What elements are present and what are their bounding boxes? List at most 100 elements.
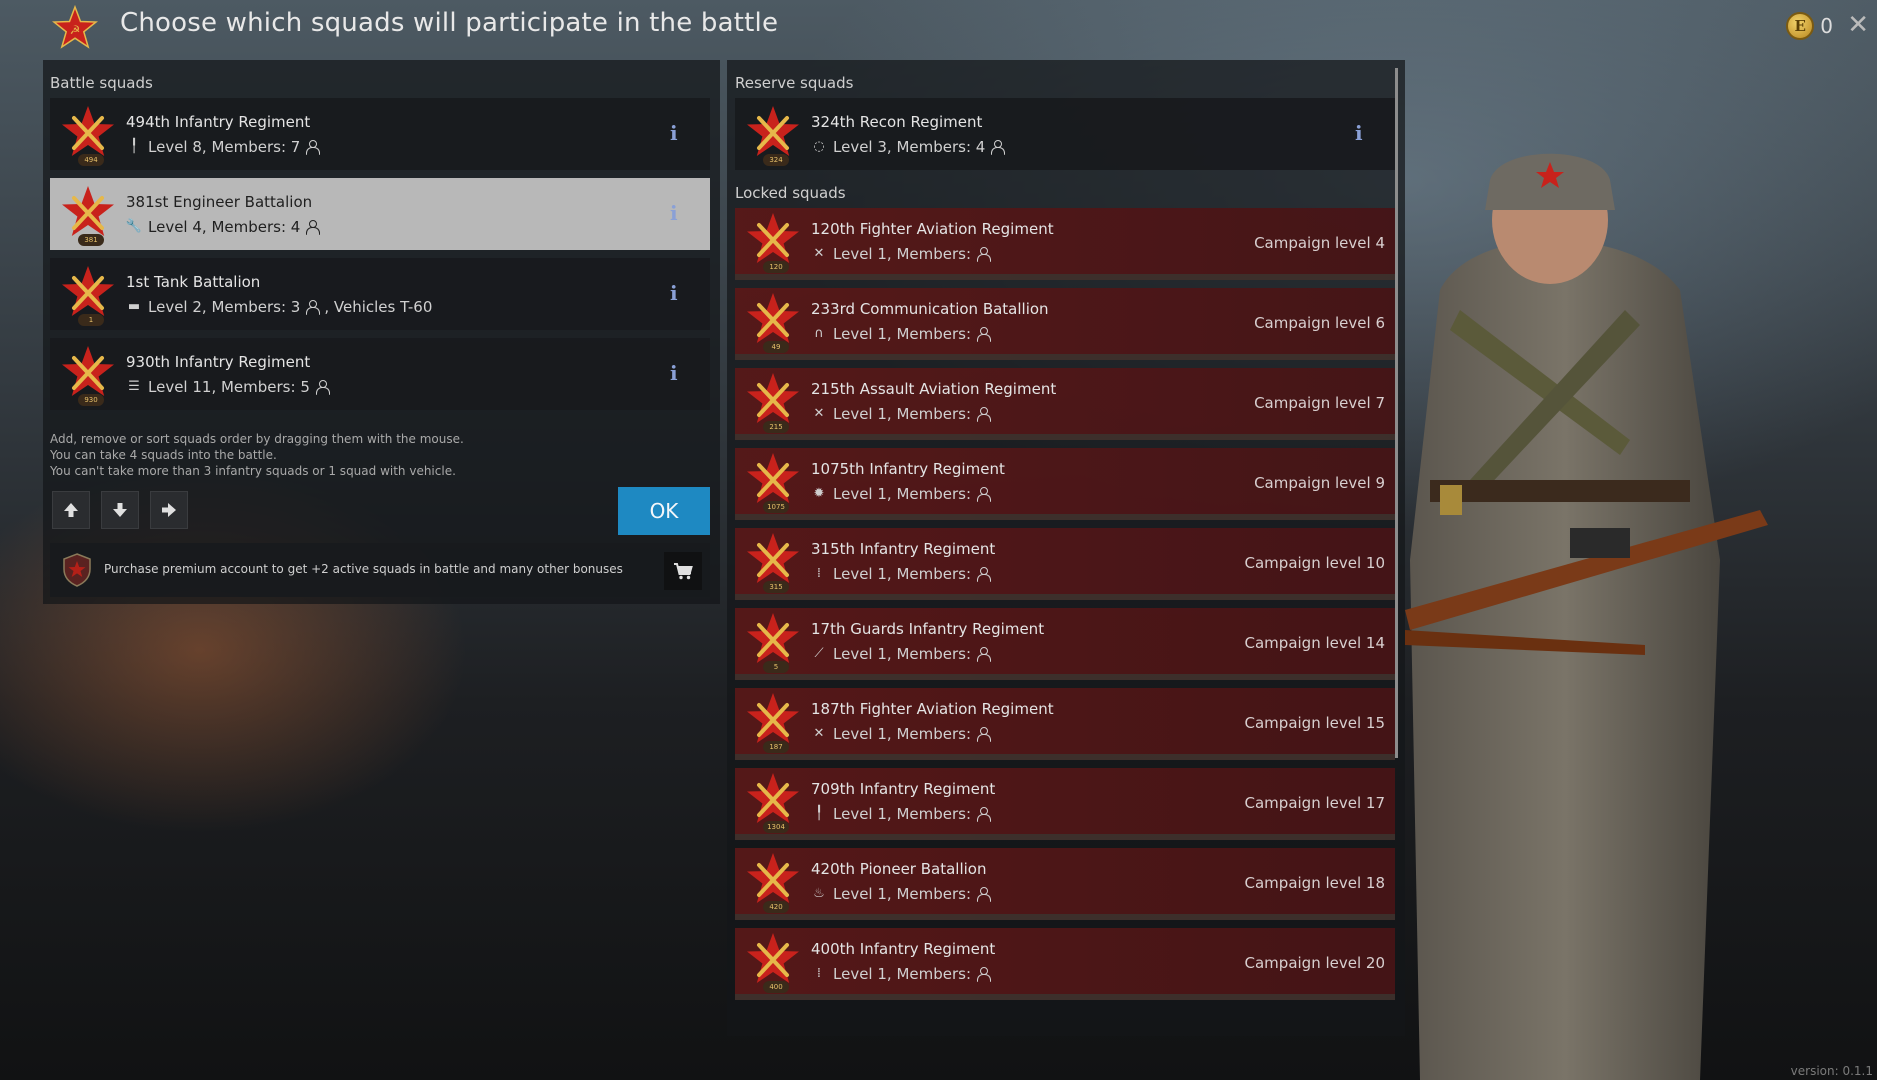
arrow-up-icon	[64, 503, 78, 517]
squad-level-members: Level 1, Members:	[833, 564, 972, 583]
members-person-icon	[977, 406, 992, 422]
squad-name: 1075th Infantry Regiment	[811, 459, 1005, 478]
campaign-level-requirement: Campaign level 7	[1254, 394, 1385, 412]
header-bar: ☭ Choose which squads will participate i…	[0, 0, 1877, 52]
recon-icon: ◌	[813, 139, 825, 154]
locked-list-scrollbar[interactable]	[1395, 68, 1398, 758]
info-icon[interactable]: i	[670, 122, 680, 144]
squad-emblem-number: 1075	[763, 501, 789, 513]
battle-squad-row[interactable]: 381 381st Engineer Battalion 🔧 Level 4, Mem…	[50, 178, 710, 250]
info-icon[interactable]: i	[670, 202, 680, 224]
move-down-button[interactable]	[101, 491, 139, 529]
members-person-icon	[315, 379, 330, 395]
locked-squad-row[interactable]: 215 215th Assault Aviation Regiment ✕ Level…	[735, 368, 1395, 440]
locked-squad-row[interactable]: 5 17th Guards Infantry Regiment ⟋ Level 1, …	[735, 608, 1395, 680]
squad-details: ✕ Level 1, Members:	[811, 245, 1054, 263]
squad-emblem-number: 120	[763, 261, 789, 273]
move-up-button[interactable]	[52, 491, 90, 529]
reserve-squad-row[interactable]: 324 324th Recon Regiment ◌ Level 3, Members…	[735, 98, 1395, 170]
battle-squad-row[interactable]: 1 1st Tank Battalion ▬ Level 2, Members: 3,…	[50, 258, 710, 330]
info-icon[interactable]: i	[670, 282, 680, 304]
squad-name: 709th Infantry Regiment	[811, 779, 996, 798]
hint-line-2: You can take 4 squads into the battle.	[50, 448, 277, 462]
version-label: version: 0.1.1	[1790, 1064, 1873, 1078]
members-person-icon	[977, 726, 992, 742]
rifle-icon: ╿	[130, 139, 138, 154]
squad-text: 381st Engineer Battalion 🔧 Level 4, Member…	[126, 193, 321, 236]
info-icon[interactable]: i	[1355, 122, 1365, 144]
squad-emblem-icon: 1075	[735, 445, 811, 517]
squad-details: ⁞ Level 1, Members:	[811, 565, 995, 583]
locked-squad-row[interactable]: 420 420th Pioneer Batallion ♨ Level 1, Memb…	[735, 848, 1395, 920]
squad-emblem-icon: 5	[735, 605, 811, 677]
squad-emblem-icon: 930	[50, 338, 126, 410]
members-person-icon	[977, 566, 992, 582]
squad-name: 930th Infantry Regiment	[126, 352, 311, 371]
squad-text: 187th Fighter Aviation Regiment ✕ Level 1,…	[811, 700, 1054, 743]
campaign-level-requirement: Campaign level 15	[1244, 714, 1385, 732]
cart-icon	[674, 563, 693, 580]
squad-text: 709th Infantry Regiment ╿ Level 1, Members…	[811, 780, 995, 823]
arrow-down-icon	[113, 503, 127, 517]
squad-text: 233rd Communication Batallion ∩ Level 1, M…	[811, 300, 1049, 343]
squad-emblem-number: 494	[78, 154, 104, 166]
locked-squad-row[interactable]: 315 315th Infantry Regiment ⁞ Level 1, Memb…	[735, 528, 1395, 600]
squad-emblem-number: 315	[763, 581, 789, 593]
squad-text: 1st Tank Battalion ▬ Level 2, Members: 3 , …	[126, 273, 432, 316]
squad-emblem-icon: 315	[735, 525, 811, 597]
locked-squad-row[interactable]: 400 400th Infantry Regiment ⁞ Level 1, Memb…	[735, 928, 1395, 1000]
locked-squad-row[interactable]: 1075 1075th Infantry Regiment ✹ Level 1, Me…	[735, 448, 1395, 520]
squad-emblem-number: 930	[78, 394, 104, 406]
squad-details: ✕ Level 1, Members:	[811, 725, 1054, 743]
squad-name: 17th Guards Infantry Regiment	[811, 619, 1045, 638]
squad-emblem-icon: 324	[735, 98, 811, 170]
buy-premium-button[interactable]	[664, 552, 702, 590]
squad-name: 120th Fighter Aviation Regiment	[811, 219, 1054, 238]
members-person-icon	[991, 139, 1006, 155]
currency-display[interactable]: E 0	[1786, 12, 1833, 40]
flame-icon: ♨	[813, 886, 825, 901]
ammo-icon: ⁞	[816, 966, 822, 981]
squad-name: 494th Infantry Regiment	[126, 112, 311, 131]
squad-level-members: Level 11, Members: 5	[148, 377, 310, 396]
squad-details: ☰ Level 11, Members: 5	[126, 377, 330, 396]
squad-level-members: Level 1, Members:	[833, 644, 972, 663]
move-to-reserve-button[interactable]	[150, 491, 188, 529]
squad-text: 400th Infantry Regiment ⁞ Level 1, Members…	[811, 940, 995, 983]
battle-squad-row[interactable]: 930 930th Infantry Regiment ☰ Level 11, Mem…	[50, 338, 710, 410]
campaign-level-requirement: Campaign level 10	[1244, 554, 1385, 572]
campaign-level-requirement: Campaign level 6	[1254, 314, 1385, 332]
info-icon[interactable]: i	[670, 362, 680, 384]
squad-details: ▬ Level 2, Members: 3 , Vehicles T-60	[126, 298, 433, 316]
battle-squads-label: Battle squads	[50, 74, 153, 92]
ok-button[interactable]: OK	[618, 487, 710, 535]
arrow-right-icon	[162, 503, 176, 517]
squad-level-members: Level 1, Members:	[833, 324, 972, 343]
locked-squad-row[interactable]: 49 233rd Communication Batallion ∩ Level 1,…	[735, 288, 1395, 360]
close-button[interactable]: ✕	[1847, 10, 1869, 40]
squad-level-members: Level 1, Members:	[833, 404, 972, 423]
locked-squad-row[interactable]: 120 120th Fighter Aviation Regiment ✕ Level…	[735, 208, 1395, 280]
campaign-level-requirement: Campaign level 18	[1244, 874, 1385, 892]
rifle-icon: ╿	[815, 806, 823, 821]
squad-level-members: Level 4, Members: 4	[148, 217, 301, 236]
squad-details: ⟋ Level 1, Members:	[811, 645, 1044, 663]
squad-name: 324th Recon Regiment	[811, 112, 983, 131]
members-person-icon	[977, 246, 992, 262]
locked-squad-row[interactable]: 1304 709th Infantry Regiment ╿ Level 1, Mem…	[735, 768, 1395, 840]
squad-name: 420th Pioneer Batallion	[811, 859, 987, 878]
members-person-icon	[977, 326, 992, 342]
locked-squad-row[interactable]: 187 187th Fighter Aviation Regiment ✕ Level…	[735, 688, 1395, 760]
squad-emblem-number: 187	[763, 741, 789, 753]
squad-emblem-number: 420	[763, 901, 789, 913]
squad-emblem-icon: 49	[735, 285, 811, 357]
squad-text: 215th Assault Aviation Regiment ✕ Level 1,…	[811, 380, 1056, 423]
squad-level-members: Level 8, Members: 7	[148, 137, 301, 156]
svg-text:☭: ☭	[70, 23, 81, 37]
campaign-level-requirement: Campaign level 17	[1244, 794, 1385, 812]
hint-line-3: You can't take more than 3 infantry squa…	[50, 464, 456, 478]
page-title: Choose which squads will participate in …	[120, 8, 779, 38]
squad-name: 233rd Communication Batallion	[811, 299, 1049, 318]
battle-squad-row[interactable]: 494 494th Infantry Regiment ╿ Level 8, Memb…	[50, 98, 710, 170]
soldier-figure	[1405, 153, 1768, 1080]
